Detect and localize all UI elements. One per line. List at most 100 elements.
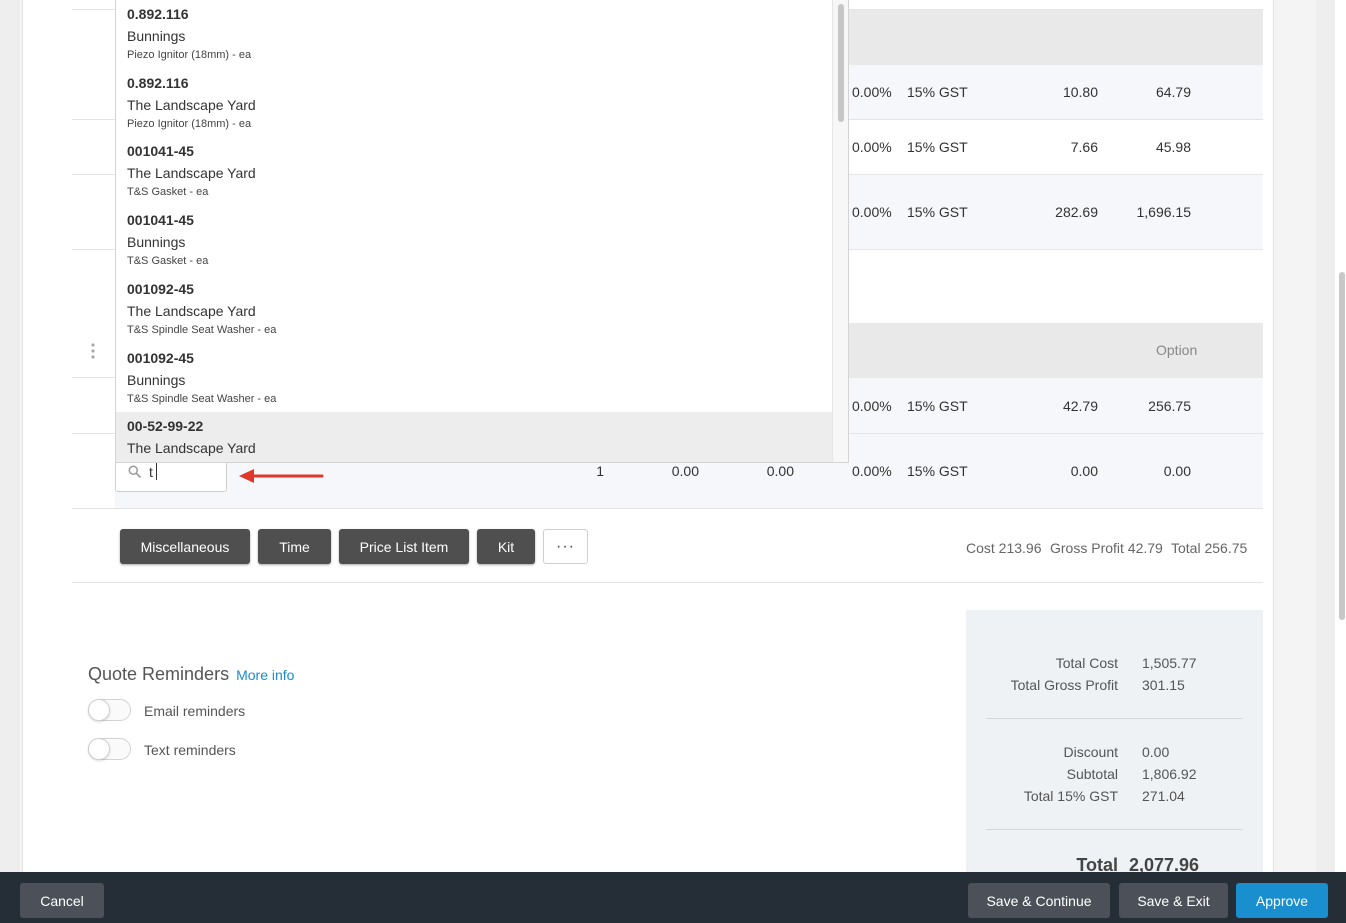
- search-results-dropdown[interactable]: 00-52-99-22 The Landscape Yard 001092-45 Bu…: [115, 0, 849, 463]
- drag-handle-icon[interactable]: [90, 343, 96, 359]
- discount-cell: 0.00%: [852, 204, 892, 220]
- dropdown-scrollbar[interactable]: [832, 0, 848, 462]
- option-code: 001041-45: [127, 212, 194, 228]
- row-divider: [72, 249, 115, 250]
- row-divider: [72, 508, 115, 509]
- dropdown-option[interactable]: 001092-45 Bunnings T&S Spindle Seat Washer…: [116, 344, 834, 413]
- option-label: Option: [1156, 342, 1198, 358]
- option-description: T&S Gasket - ea: [127, 255, 209, 267]
- discount-value: 0.00: [1142, 744, 1170, 760]
- tax-cell: 15% GST: [907, 204, 968, 220]
- cancel-button[interactable]: Cancel: [20, 883, 104, 918]
- tax-cell: 15% GST: [907, 139, 968, 155]
- section-total: Total 256.75: [1171, 540, 1248, 556]
- email-reminders-toggle[interactable]: [88, 699, 131, 721]
- option-description: T&S Spindle Seat Washer - ea: [127, 393, 277, 405]
- save-continue-button[interactable]: Save & Continue: [968, 883, 1110, 918]
- option-description: T&S Gasket - ea: [127, 186, 209, 198]
- option-supplier: The Landscape Yard: [127, 303, 256, 319]
- discount-cell: 0.00%: [852, 398, 892, 414]
- option-description: Piezo Ignitor (18mm) - ea: [127, 49, 252, 61]
- approve-button[interactable]: Approve: [1236, 883, 1328, 918]
- add-miscellaneous-button[interactable]: Miscellaneous: [120, 529, 250, 564]
- toggle-knob: [88, 738, 110, 760]
- more-info-link[interactable]: More info: [236, 667, 294, 683]
- toggle-knob: [88, 699, 110, 721]
- total-cell: 0.00: [1163, 463, 1191, 479]
- option-description: T&S Spindle Seat Washer - ea: [127, 324, 277, 336]
- total-cost-value: 1,505.77: [1142, 655, 1197, 671]
- option-code: 001092-45: [127, 350, 194, 366]
- discount-cell: 0.00%: [852, 84, 892, 100]
- option-code: 0.892.116: [127, 75, 189, 91]
- amount-cell: 42.79: [1062, 398, 1098, 414]
- search-value: t: [149, 464, 153, 480]
- total-cell: 64.79: [1155, 84, 1191, 100]
- page-scroll-thumb[interactable]: [1339, 272, 1345, 620]
- quote-summary-panel: Total Cost 1,505.77 Total Gross Profit 3…: [966, 610, 1263, 875]
- dropdown-option[interactable]: 001041-45 The Landscape Yard T&S Gasket - …: [116, 137, 834, 206]
- amount-cell: 282.69: [1055, 204, 1098, 220]
- amount-cell: 7.66: [1070, 139, 1098, 155]
- total-gross-profit-label: Total Gross Profit: [1010, 677, 1118, 693]
- amount-cell: 10.80: [1062, 84, 1098, 100]
- section-cost: Cost 213.96: [966, 540, 1042, 556]
- cost-cell[interactable]: 0.00: [730, 463, 794, 479]
- total-cell: 1,696.15: [1136, 204, 1192, 220]
- tax-cell[interactable]: 15% GST: [907, 463, 968, 479]
- tax-cell: 15% GST: [907, 398, 968, 414]
- option-supplier: The Landscape Yard: [127, 440, 256, 456]
- option-supplier: Bunnings: [127, 234, 186, 250]
- search-icon: [128, 465, 141, 483]
- discount-cell[interactable]: 0.00%: [852, 463, 892, 479]
- email-reminders-label: Email reminders: [144, 703, 246, 719]
- summary-divider: [986, 718, 1243, 719]
- option-supplier: Bunnings: [127, 372, 186, 388]
- more-options-button[interactable]: ···: [543, 529, 588, 564]
- dropdown-option[interactable]: 001041-45 Bunnings T&S Gasket - ea: [116, 206, 834, 275]
- text-reminders-label: Text reminders: [144, 742, 236, 758]
- discount-label: Discount: [1063, 744, 1118, 760]
- summary-divider: [986, 829, 1243, 830]
- qty-cell[interactable]: 1: [570, 463, 604, 479]
- text-caret: [156, 463, 157, 480]
- price-cell[interactable]: 0.00: [635, 463, 699, 479]
- gst-value: 271.04: [1142, 788, 1185, 804]
- row-divider: [72, 433, 115, 434]
- option-code: 001092-45: [127, 281, 194, 297]
- dropdown-scroll-thumb[interactable]: [838, 4, 844, 122]
- subtotal-value: 1,806.92: [1142, 766, 1197, 782]
- save-exit-button[interactable]: Save & Exit: [1119, 883, 1228, 918]
- option-code: 00-52-99-22: [127, 418, 204, 434]
- dropdown-option[interactable]: 0.892.116 The Landscape Yard Piezo Ignitor…: [116, 69, 834, 138]
- text-reminders-toggle[interactable]: [88, 738, 131, 760]
- quote-reminders-title: Quote Reminders: [88, 664, 230, 684]
- add-time-button[interactable]: Time: [258, 529, 331, 564]
- total-cost-label: Total Cost: [1055, 655, 1118, 671]
- option-supplier: The Landscape Yard: [127, 97, 256, 113]
- option-supplier: The Landscape Yard: [127, 165, 256, 181]
- total-cell: 256.75: [1148, 398, 1191, 414]
- option-code: 0.892.116: [127, 6, 189, 22]
- subtotal-label: Subtotal: [1066, 766, 1118, 782]
- dropdown-option[interactable]: 0.892.116 Bunnings Piezo Ignitor (18mm) - …: [116, 0, 834, 69]
- add-price-list-item-button[interactable]: Price List Item: [339, 529, 469, 564]
- gst-label: Total 15% GST: [1023, 788, 1118, 804]
- total-gross-profit-value: 301.15: [1142, 677, 1185, 693]
- option-code: 001041-45: [127, 143, 194, 159]
- row-divider: [72, 174, 115, 175]
- dropdown-option[interactable]: 00-52-99-22 The Landscape Yard: [116, 412, 834, 462]
- row-divider: [72, 119, 115, 120]
- amount-cell: 0.00: [1070, 463, 1098, 479]
- quote-reminders-heading: Quote Reminders More info: [88, 664, 294, 685]
- discount-cell: 0.00%: [852, 139, 892, 155]
- section-divider: [72, 582, 1263, 583]
- section-gross-profit: Gross Profit 42.79: [1050, 540, 1163, 556]
- option-description: Piezo Ignitor (18mm) - ea: [127, 118, 252, 130]
- add-kit-button[interactable]: Kit: [477, 529, 535, 564]
- dropdown-option[interactable]: 001092-45 The Landscape Yard T&S Spindle S…: [116, 275, 834, 344]
- total-cell: 45.98: [1155, 139, 1191, 155]
- tax-cell: 15% GST: [907, 84, 968, 100]
- arrow-annotation-icon: [237, 467, 325, 485]
- option-supplier: Bunnings: [127, 28, 186, 44]
